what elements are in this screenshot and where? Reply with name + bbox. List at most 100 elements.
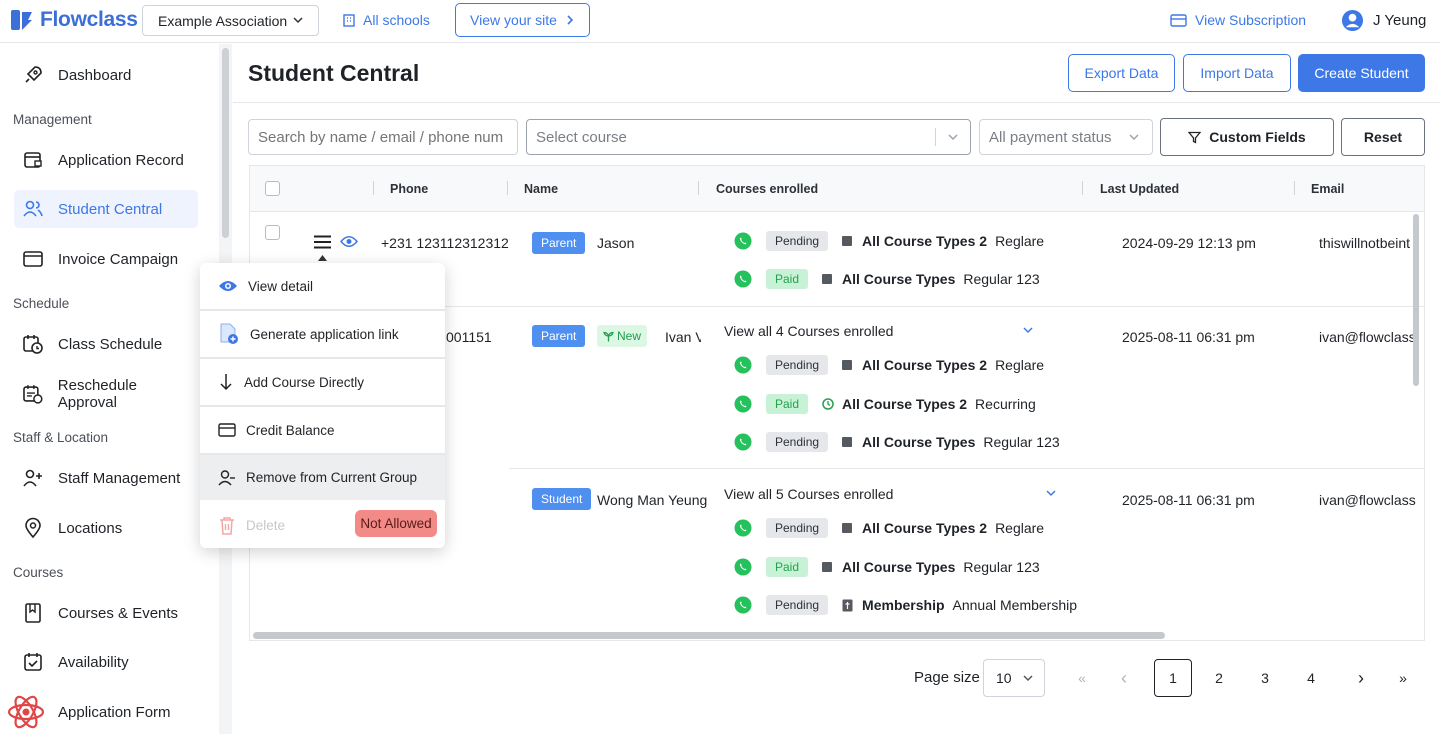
cell-name[interactable]: Jason [597, 235, 634, 251]
header-divider [233, 102, 1440, 103]
not-allowed-badge: Not Allowed [355, 510, 437, 537]
table-header: Phone Name Courses enrolled Last Updated… [250, 166, 1424, 212]
view-all-courses[interactable]: View all 4 Courses enrolled [724, 323, 1034, 339]
create-student-button[interactable]: Create Student [1298, 54, 1425, 92]
whatsapp-icon[interactable] [734, 395, 752, 413]
page-1-button[interactable]: 1 [1154, 659, 1192, 697]
whatsapp-icon[interactable] [734, 433, 752, 451]
sidebar-item-student-central[interactable]: Student Central [14, 190, 198, 228]
page-2-button[interactable]: 2 [1200, 659, 1238, 697]
calendar-check-icon [23, 385, 43, 404]
course-entry: Paid All Course Types Regular 123 [734, 268, 1040, 290]
sidebar-item-invoice-campaign[interactable]: Invoice Campaign [14, 240, 198, 278]
menu-add-course-directly[interactable]: Add Course Directly [200, 359, 445, 405]
menu-credit-balance[interactable]: Credit Balance [200, 407, 445, 453]
chevron-down-icon [948, 134, 958, 141]
view-all-label: View all 5 Courses enrolled [724, 486, 894, 502]
table-vertical-scrollbar-thumb[interactable] [1413, 214, 1419, 386]
flowclass-logo-icon [11, 10, 32, 30]
sidebar-scrollbar-thumb[interactable] [222, 48, 229, 238]
sidebar-item-label: Reschedule Approval [57, 377, 137, 411]
course-type: All Course Types [862, 434, 976, 450]
sidebar-item-availability[interactable]: Availability [14, 643, 198, 681]
export-data-button[interactable]: Export Data [1068, 54, 1175, 92]
reset-button[interactable]: Reset [1341, 118, 1425, 156]
sidebar-item-staff-management[interactable]: Staff Management [14, 459, 198, 497]
cell-email: thiswillnotbeint [1319, 235, 1411, 251]
all-schools-link[interactable]: All schools [342, 12, 430, 28]
menu-generate-application-link[interactable]: Generate application link [200, 311, 445, 357]
hamburger-menu-icon[interactable] [314, 235, 331, 249]
column-separator [1294, 181, 1295, 195]
view-subscription-label: View Subscription [1195, 12, 1307, 28]
course-entry: Paid All Course Types Regular 123 [734, 556, 1040, 578]
sidebar-item-dashboard[interactable]: Dashboard [14, 56, 198, 94]
course-name: Regular 123 [963, 559, 1040, 575]
row-actions-menu: View detail Generate application link Ad… [200, 263, 445, 548]
row-checkbox[interactable] [265, 225, 280, 240]
chevron-down-icon [1129, 134, 1139, 141]
cell-last-updated: 2025-08-11 06:31 pm [1122, 492, 1255, 508]
prev-page-button[interactable]: ‹ [1105, 659, 1143, 697]
payment-status-pill: Pending [766, 518, 829, 538]
sidebar-item-reschedule-approval[interactable]: Reschedule Approval [14, 375, 198, 413]
view-site-label: View your site [470, 12, 557, 28]
first-page-button[interactable]: « [1063, 659, 1101, 697]
sidebar-item-courses-events[interactable]: Courses & Events [14, 594, 198, 632]
sidebar-item-application-record[interactable]: Application Record [14, 141, 198, 179]
whatsapp-icon[interactable] [734, 270, 752, 288]
header-courses[interactable]: Courses enrolled [716, 182, 818, 196]
brand-logo[interactable]: Flowclass [10, 8, 138, 32]
view-all-courses[interactable]: View all 5 Courses enrolled [724, 486, 1058, 502]
select-all-checkbox[interactable] [265, 181, 280, 196]
record-icon [24, 152, 42, 168]
page-3-button[interactable]: 3 [1246, 659, 1284, 697]
whatsapp-icon[interactable] [734, 356, 752, 374]
association-select[interactable]: Example Association [142, 5, 319, 36]
sidebar-item-class-schedule[interactable]: Class Schedule [14, 325, 198, 363]
whatsapp-icon[interactable] [734, 558, 752, 576]
column-separator [1082, 181, 1083, 195]
custom-fields-button[interactable]: Custom Fields [1160, 118, 1334, 156]
header-email[interactable]: Email [1311, 182, 1344, 196]
top-bar: Flowclass Example Association All school… [0, 0, 1440, 43]
header-last-updated[interactable]: Last Updated [1100, 182, 1179, 196]
map-pin-icon [25, 517, 41, 539]
import-data-button[interactable]: Import Data [1183, 54, 1291, 92]
view-site-button[interactable]: View your site [455, 3, 590, 37]
last-page-button[interactable]: » [1384, 659, 1422, 697]
role-tag: Parent [532, 232, 586, 254]
table-horizontal-scrollbar-thumb[interactable] [253, 632, 1165, 639]
course-entry: Pending All Course Types Regular 123 [734, 431, 1060, 453]
course-select[interactable]: Select course [526, 119, 971, 155]
menu-remove-from-group[interactable]: Remove from Current Group [200, 455, 445, 500]
section-schedule: Schedule [13, 296, 70, 311]
user-menu[interactable]: J Yeung [1341, 9, 1426, 32]
cell-name[interactable]: Wong Man Yeung [597, 492, 707, 508]
whatsapp-icon[interactable] [734, 596, 752, 614]
course-type: All Course Types [842, 271, 956, 287]
menu-view-detail[interactable]: View detail [200, 263, 445, 309]
sidebar-item-locations[interactable]: Locations [14, 509, 198, 547]
header-phone[interactable]: Phone [390, 182, 428, 196]
payment-status-select[interactable]: All payment status [979, 119, 1153, 155]
payment-status-pill: Pending [766, 595, 829, 615]
search-input[interactable] [248, 119, 518, 155]
course-name: Reglare [995, 233, 1045, 249]
page-4-button[interactable]: 4 [1292, 659, 1330, 697]
eye-icon[interactable] [340, 235, 358, 248]
sidebar-item-label: Invoice Campaign [58, 250, 179, 268]
sidebar-item-label: Class Schedule [58, 335, 163, 353]
page-size-value: 10 [996, 670, 1012, 686]
view-subscription-link[interactable]: View Subscription [1170, 12, 1306, 28]
whatsapp-icon[interactable] [734, 232, 752, 250]
next-page-button[interactable]: › [1342, 659, 1380, 697]
whatsapp-icon[interactable] [734, 519, 752, 537]
cell-phone: 001151 [446, 329, 492, 345]
cell-name[interactable]: Ivan V [665, 329, 701, 345]
course-entry: Pending All Course Types 2 Reglare [734, 354, 1044, 376]
header-name[interactable]: Name [524, 182, 558, 196]
caret-up-icon [318, 255, 327, 261]
page-size-select[interactable]: 10 [983, 659, 1045, 697]
sidebar-item-application-form[interactable]: Application Form [7, 693, 198, 731]
